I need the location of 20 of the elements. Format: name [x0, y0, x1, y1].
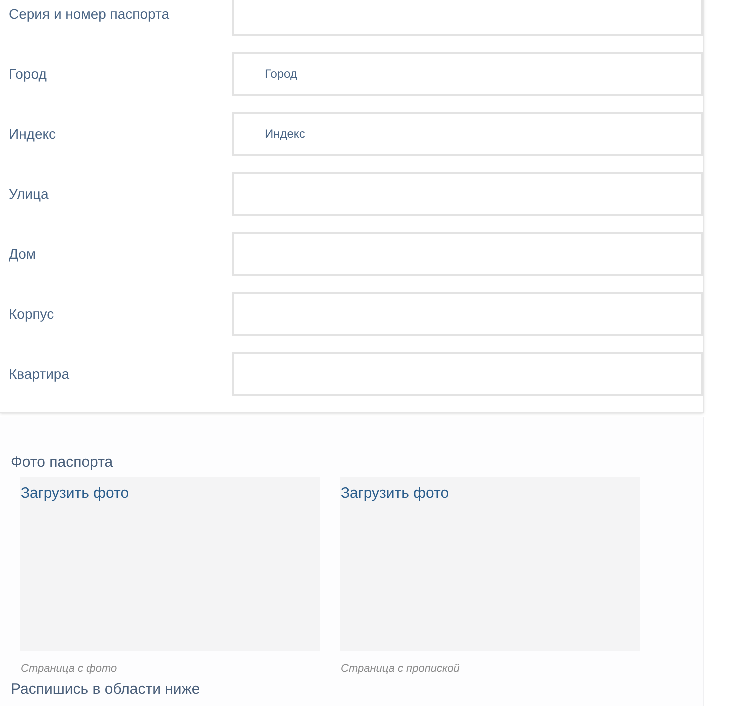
photo-caption: Страница с фото [20, 662, 118, 677]
field-label: Серия и номер паспорта [8, 4, 171, 24]
field-label: Дом [8, 244, 38, 264]
input-field[interactable] [232, 172, 703, 216]
upload-photo-button[interactable]: Загрузить фото [20, 477, 320, 651]
field-label: Квартира [8, 364, 71, 384]
input-field[interactable] [232, 232, 703, 276]
section-title: Фото паспорта [11, 453, 114, 473]
upload-photo-button[interactable]: Загрузить фото [340, 477, 640, 651]
input-field[interactable] [232, 352, 703, 396]
field-label: Улица [8, 184, 50, 204]
input-field[interactable] [232, 292, 703, 336]
input-field[interactable]: Город [232, 52, 703, 96]
field-label: Индекс [8, 124, 58, 144]
photo-caption: Страница с пропиской [340, 662, 460, 677]
input-field[interactable]: Индекс [232, 112, 703, 156]
input-field[interactable] [232, 0, 703, 36]
field-label: Корпус [8, 304, 56, 324]
section-title: Распишись в области ниже [11, 680, 202, 700]
field-label: Город [8, 64, 48, 84]
